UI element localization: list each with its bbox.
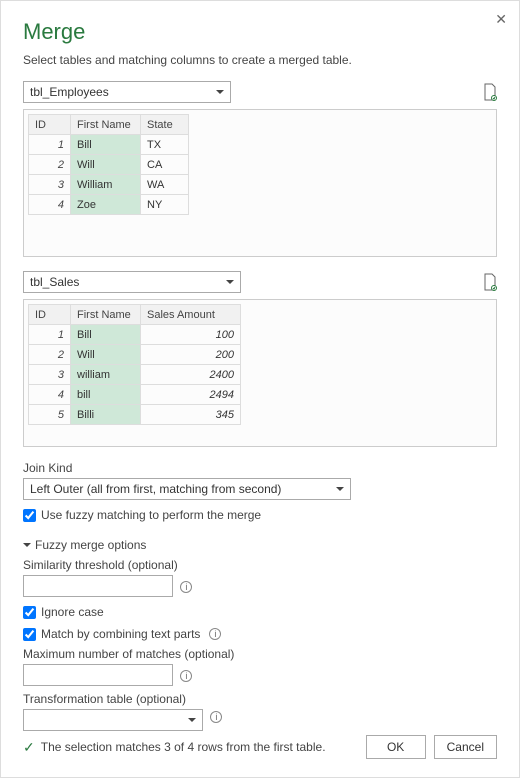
combine-text-checkbox[interactable] (23, 628, 36, 641)
ok-button[interactable]: OK (366, 735, 426, 759)
info-icon[interactable]: i (209, 628, 221, 640)
table1-select-value: tbl_Employees (30, 85, 109, 99)
transformation-table-select[interactable] (23, 709, 203, 731)
info-icon[interactable]: i (180, 670, 192, 682)
table1-col-state[interactable]: State (141, 115, 189, 135)
check-icon: ✓ (23, 739, 35, 756)
table2-preview: ID First Name Sales Amount 1Bill100 2Wil… (23, 299, 497, 447)
cancel-button[interactable]: Cancel (434, 735, 497, 759)
table2-select[interactable]: tbl_Sales (23, 271, 241, 293)
ignore-case-checkbox[interactable] (23, 606, 36, 619)
table-row: 1Bill100 (29, 325, 241, 345)
table-row: 1BillTX (29, 135, 189, 155)
close-icon[interactable]: ✕ (495, 11, 507, 28)
max-matches-input[interactable] (23, 664, 173, 686)
match-status-text: The selection matches 3 of 4 rows from t… (41, 740, 326, 754)
table-row: 3WilliamWA (29, 175, 189, 195)
combine-text-checkbox-row[interactable]: Match by combining text parts i (23, 627, 497, 641)
table-row: 4ZoeNY (29, 195, 189, 215)
use-fuzzy-checkbox-row[interactable]: Use fuzzy matching to perform the merge (23, 508, 497, 522)
table-row: 4bill2494 (29, 385, 241, 405)
dialog-title: Merge (23, 19, 497, 45)
table1-preview: ID First Name State 1BillTX 2WillCA 3Wil… (23, 109, 497, 257)
table-row: 2Will200 (29, 345, 241, 365)
info-icon[interactable]: i (180, 581, 192, 593)
table2-col-amount[interactable]: Sales Amount (141, 305, 241, 325)
ignore-case-label: Ignore case (41, 605, 104, 619)
transformation-table-label: Transformation table (optional) (23, 692, 497, 706)
refresh-preview-icon[interactable] (483, 83, 497, 101)
table1-select[interactable]: tbl_Employees (23, 81, 231, 103)
table2-col-id[interactable]: ID (29, 305, 71, 325)
ignore-case-checkbox-row[interactable]: Ignore case (23, 605, 497, 619)
similarity-threshold-input[interactable] (23, 575, 173, 597)
refresh-preview-icon[interactable] (483, 273, 497, 291)
max-matches-label: Maximum number of matches (optional) (23, 647, 497, 661)
dialog-subtitle: Select tables and matching columns to cr… (23, 53, 497, 67)
table-row: 3william2400 (29, 365, 241, 385)
table1-col-id[interactable]: ID (29, 115, 71, 135)
table2-select-value: tbl_Sales (30, 275, 79, 289)
table-row: 5Billi345 (29, 405, 241, 425)
table-row: 2WillCA (29, 155, 189, 175)
table2-col-firstname[interactable]: First Name (71, 305, 141, 325)
join-kind-select[interactable]: Left Outer (all from first, matching fro… (23, 478, 351, 500)
table1-col-firstname[interactable]: First Name (71, 115, 141, 135)
join-kind-label: Join Kind (23, 461, 497, 475)
info-icon[interactable]: i (210, 711, 222, 723)
combine-text-label: Match by combining text parts (41, 627, 200, 641)
similarity-threshold-label: Similarity threshold (optional) (23, 558, 497, 572)
expand-triangle-icon (23, 543, 31, 551)
join-kind-value: Left Outer (all from first, matching fro… (30, 482, 281, 496)
use-fuzzy-label: Use fuzzy matching to perform the merge (41, 508, 261, 522)
use-fuzzy-checkbox[interactable] (23, 509, 36, 522)
fuzzy-options-header[interactable]: Fuzzy merge options (23, 538, 497, 552)
